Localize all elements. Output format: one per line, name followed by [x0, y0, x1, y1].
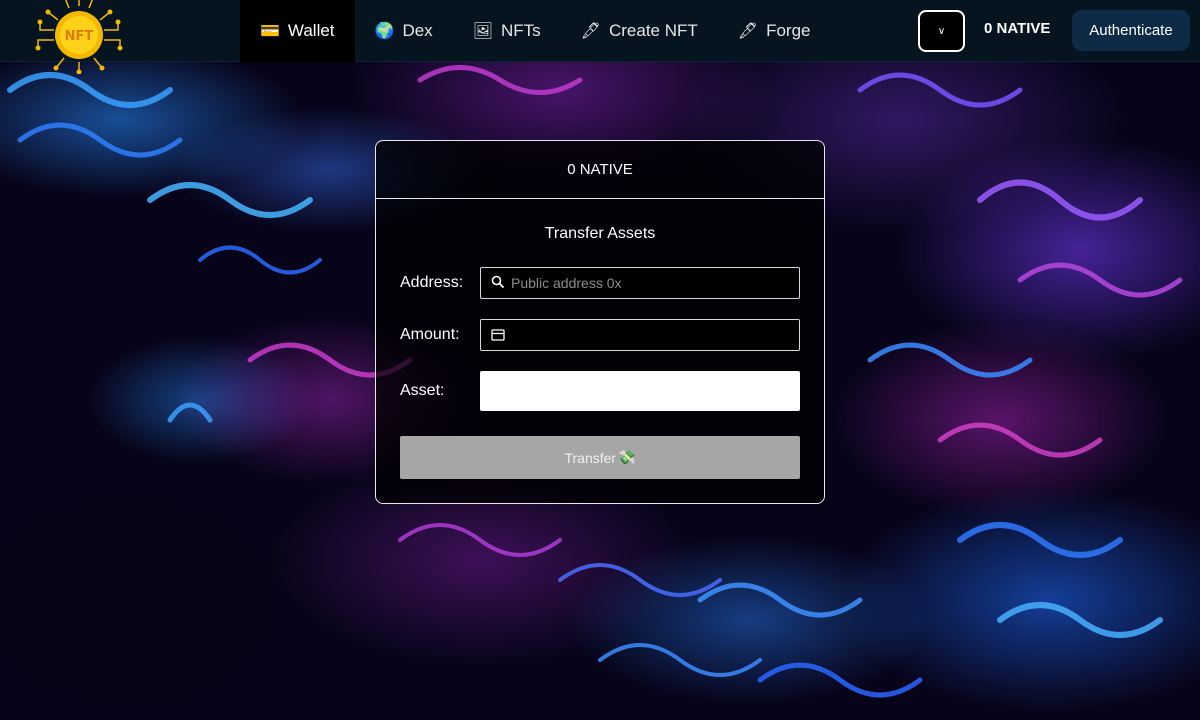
- amount-label: Amount:: [400, 326, 460, 343]
- nav-item-label: Wallet: [287, 21, 335, 40]
- nav-item-label: Forge: [766, 21, 811, 40]
- pen-icon: 🖋: [580, 23, 601, 40]
- nav-item-label: Create NFT: [608, 21, 698, 40]
- nav-item-create-nft[interactable]: 🖋 Create NFT: [561, 0, 718, 62]
- card-balance: 0 NATIVE: [376, 141, 824, 199]
- authenticate-button[interactable]: Authenticate: [1072, 10, 1190, 51]
- money-wings-icon: 💸: [618, 449, 636, 465]
- top-navbar: NFT 💳 Wallet 🌍 Dex 🖼 NFTs 🖋 Create NFT 🖋 Forge ∨ …: [0, 0, 1200, 75]
- transfer-label: Transfer: [564, 449, 617, 466]
- credit-card-icon: 💳: [260, 23, 280, 40]
- nav-item-forge[interactable]: 🖋 Forge: [718, 0, 831, 62]
- nav-item-nfts[interactable]: 🖼 NFTs: [453, 0, 561, 62]
- nft-logo[interactable]: NFT: [34, 0, 124, 75]
- amount-field[interactable]: [480, 319, 800, 351]
- amount-input[interactable]: [511, 327, 799, 343]
- header-balance: 0 NATIVE: [984, 20, 1051, 37]
- globe-icon: 🌍: [374, 23, 395, 40]
- card-title: Transfer Assets: [544, 225, 656, 242]
- main-nav: 💳 Wallet 🌍 Dex 🖼 NFTs 🖋 Create NFT 🖋 Forge: [240, 0, 831, 62]
- address-field[interactable]: [480, 267, 800, 299]
- nav-item-label: NFTs: [501, 21, 541, 40]
- address-label: Address:: [400, 274, 464, 291]
- search-icon: [491, 274, 505, 293]
- transfer-card: 0 NATIVE Transfer Assets Address: Amount…: [375, 140, 825, 504]
- nav-item-wallet[interactable]: 💳 Wallet: [240, 0, 355, 62]
- nav-item-dex[interactable]: 🌍 Dex: [355, 0, 453, 62]
- pen-icon: 🖋: [737, 23, 759, 40]
- chain-selector-dropdown[interactable]: ∨: [918, 10, 965, 52]
- address-input[interactable]: [511, 275, 799, 291]
- asset-label: Asset:: [400, 382, 445, 399]
- transfer-button[interactable]: Transfer 💸: [400, 436, 800, 479]
- chevron-down-icon: ∨: [937, 25, 946, 37]
- nav-item-label: Dex: [402, 21, 433, 40]
- logo-text: NFT: [65, 29, 94, 44]
- credit-card-icon: [491, 326, 505, 345]
- picture-icon: 🖼: [472, 23, 493, 40]
- asset-select[interactable]: [480, 371, 800, 411]
